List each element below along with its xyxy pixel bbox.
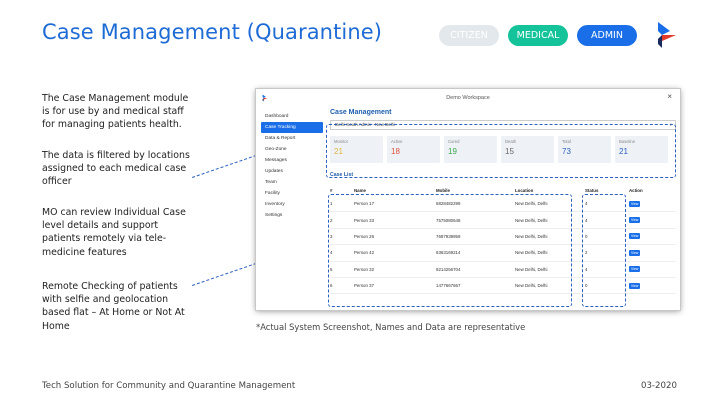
role-pill-citizen[interactable]: CITIZEN [439,25,499,46]
description-2: The data is filtered by locations assign… [42,150,190,188]
description-4: Remote Checking of patients with selfie … [42,281,185,332]
view-button[interactable]: View [629,217,641,224]
role-pill-medical[interactable]: MEDICAL [508,25,568,46]
close-icon[interactable]: × [667,92,672,101]
brand-logo-icon [658,22,676,48]
slide-title: Case Management (Quarantine) [42,20,383,44]
highlight-box-status [582,194,626,307]
view-button[interactable]: View [629,233,641,240]
view-button[interactable]: View [629,266,641,273]
nav-item-geo-zone[interactable]: Geo-Zone [261,144,323,155]
view-button[interactable]: View [629,200,641,207]
nav-item-messages[interactable]: Messages [261,155,323,166]
description-1: The Case Management module is for use by… [42,93,189,131]
view-button[interactable]: View [629,249,641,256]
nav-item-team[interactable]: Team [261,177,323,188]
page-header: Case Management [330,109,392,116]
description-3: MO can review Individual Case level deta… [42,207,186,258]
nav-item-case-tracking[interactable]: Case Tracking [261,122,323,133]
window-title: Demo Workspace [446,94,490,101]
role-pill-admin[interactable]: ADMIN [577,25,637,46]
footnote: *Actual System Screenshot, Names and Dat… [256,322,526,332]
column-header[interactable]: Action [629,188,659,196]
nav-item-dashboard[interactable]: Dashboard [261,111,323,122]
highlight-box-location [326,124,676,178]
nav-item-facility[interactable]: Facility [261,188,323,199]
highlight-box-case-details [328,194,572,307]
nav-item-inventory[interactable]: Inventory [261,199,323,210]
nav-item-settings[interactable]: Settings [261,210,323,221]
nav-item-updates[interactable]: Updates [261,166,323,177]
nav-item-data-report[interactable]: Data & Report [261,133,323,144]
sidebar-nav: Dashboard Case Tracking Data & Report Ge… [261,111,323,221]
app-screenshot: Demo Workspace × Dashboard Case Tracking… [256,89,680,310]
footer-right: 03-2020 [641,381,677,391]
footer-left: Tech Solution for Community and Quaranti… [42,381,296,391]
view-button[interactable]: View [629,282,641,289]
